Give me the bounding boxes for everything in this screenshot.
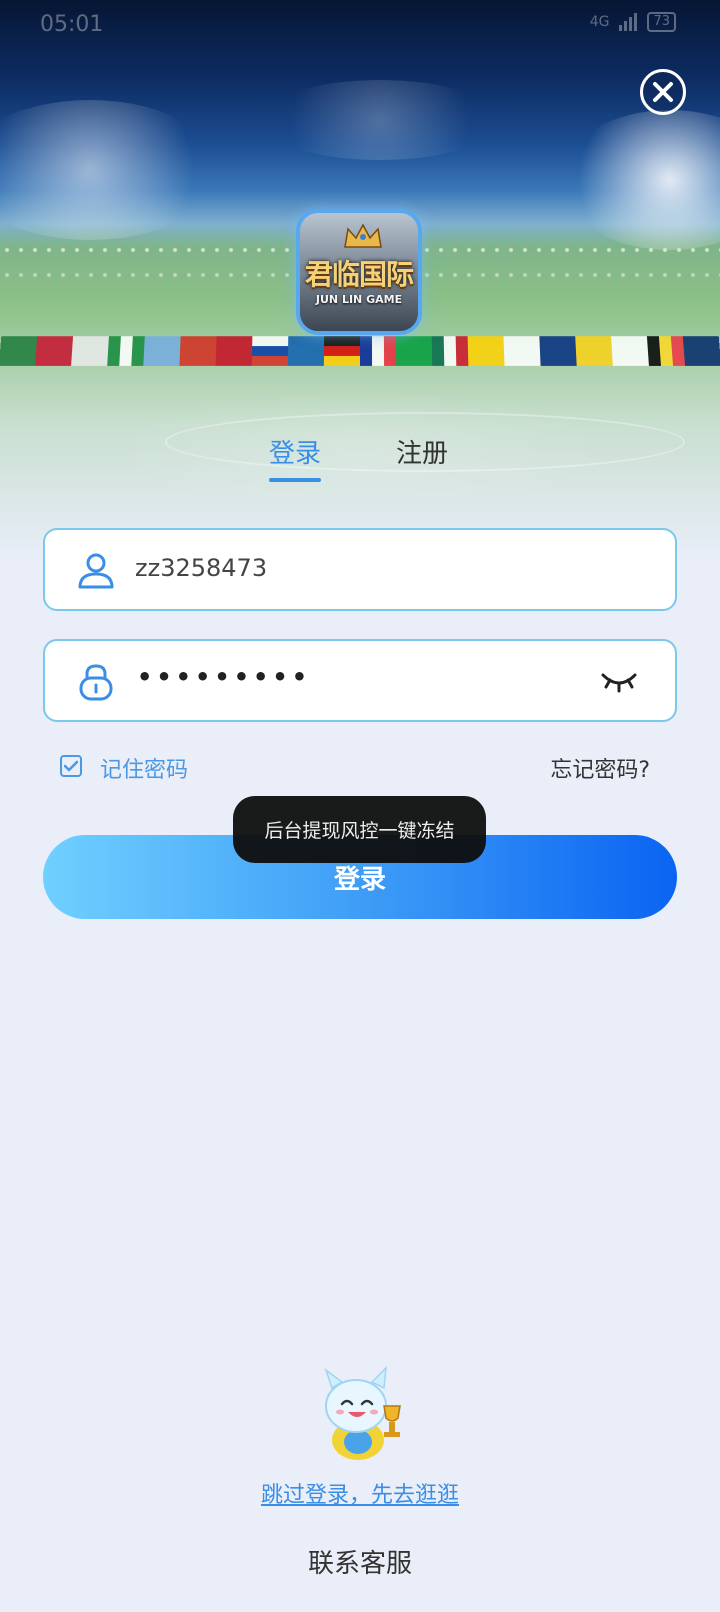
status-icons: 4G 73 bbox=[590, 12, 676, 32]
logo-title: 君临国际 bbox=[300, 253, 418, 293]
crown-icon bbox=[342, 223, 384, 249]
password-value: ••••••••• bbox=[137, 663, 311, 691]
lock-icon bbox=[75, 661, 117, 703]
status-time: 05:01 bbox=[40, 12, 103, 37]
skip-login-link[interactable]: 跳过登录，先去逛逛 bbox=[0, 1477, 720, 1509]
eye-closed-icon[interactable] bbox=[599, 667, 639, 695]
user-icon bbox=[75, 550, 117, 592]
tab-register[interactable]: 注册 bbox=[396, 433, 448, 470]
login-screen: 05:01 4G 73 君临国际 JUN LIN GAME 登录 注册 zz32… bbox=[0, 0, 720, 1612]
password-field[interactable]: ••••••••• bbox=[43, 639, 677, 722]
network-label: 4G bbox=[590, 14, 610, 30]
mascot-image bbox=[314, 1366, 406, 1462]
close-button[interactable] bbox=[640, 69, 686, 115]
close-icon bbox=[652, 81, 674, 103]
battery-icon: 73 bbox=[647, 12, 676, 32]
contact-support-link[interactable]: 联系客服 bbox=[0, 1543, 720, 1580]
username-value: zz3258473 bbox=[135, 554, 267, 582]
logo-subtitle: JUN LIN GAME bbox=[300, 293, 418, 306]
check-icon bbox=[64, 760, 78, 772]
forgot-password-link[interactable]: 忘记密码? bbox=[550, 752, 650, 784]
tab-login[interactable]: 登录 bbox=[269, 433, 321, 470]
remember-checkbox[interactable] bbox=[60, 755, 82, 777]
signal-icon bbox=[619, 13, 637, 31]
username-field[interactable]: zz3258473 bbox=[43, 528, 677, 611]
remember-label[interactable]: 记住密码 bbox=[100, 752, 188, 784]
app-logo: 君临国际 JUN LIN GAME bbox=[296, 209, 422, 335]
flags-banner bbox=[0, 330, 720, 374]
status-bar: 05:01 4G 73 bbox=[0, 0, 720, 48]
toast-message: 后台提现风控一键冻结 bbox=[233, 796, 486, 863]
active-tab-indicator bbox=[269, 478, 321, 482]
